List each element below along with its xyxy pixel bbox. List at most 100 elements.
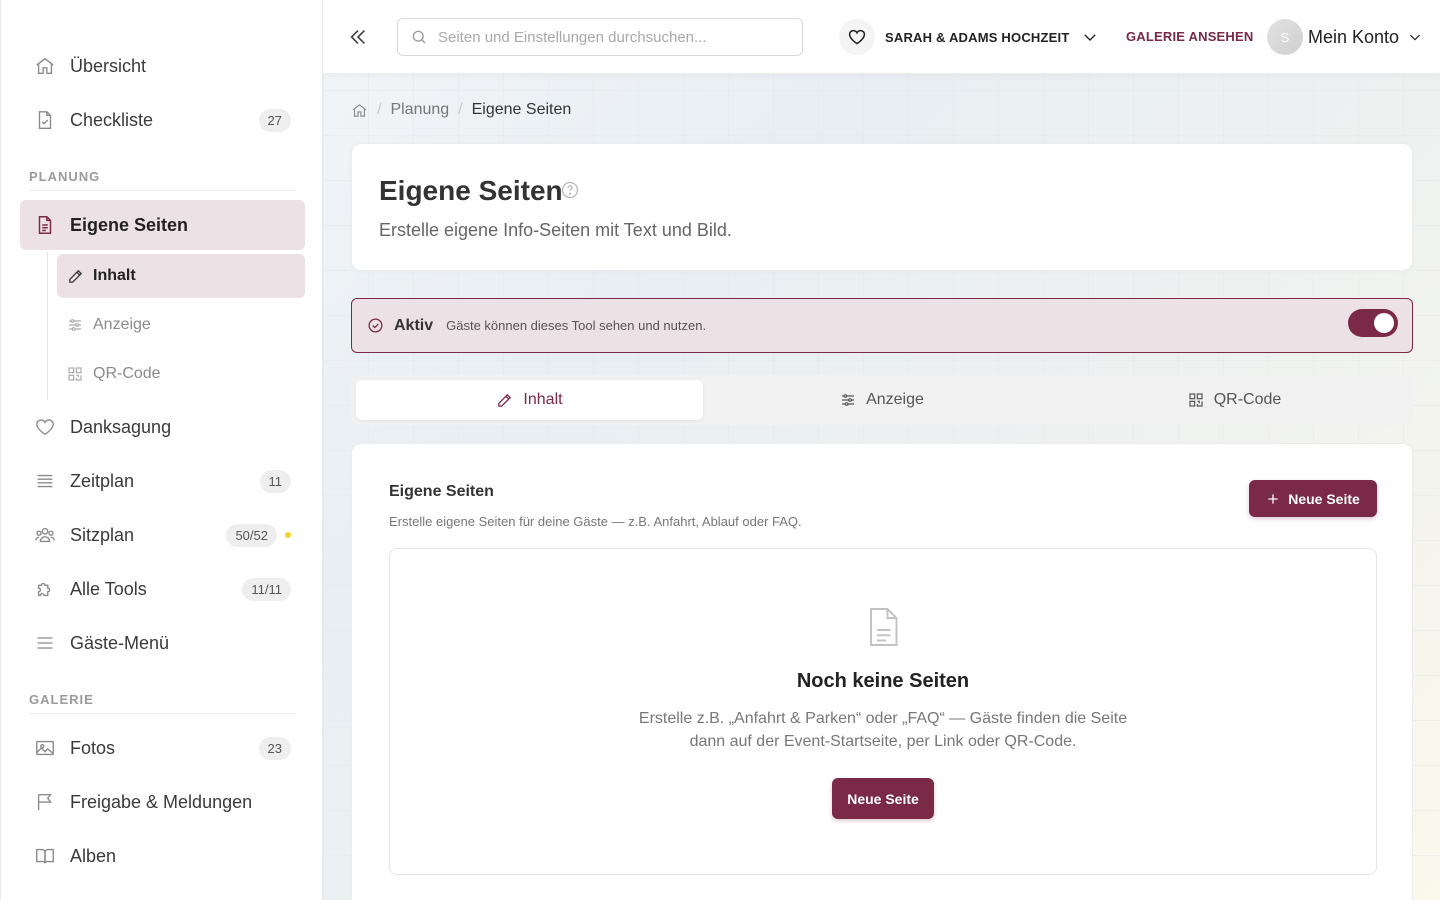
flag-icon xyxy=(20,791,70,813)
status-description: Gäste können dieses Tool sehen und nutze… xyxy=(446,318,707,333)
home-icon xyxy=(20,55,70,77)
tab-inhalt[interactable]: Inhalt xyxy=(356,380,703,420)
page-subtitle: Erstelle eigene Info-Seiten mit Text und… xyxy=(379,220,732,240)
sidebar-item-sitzplan[interactable]: Sitzplan 50/52 xyxy=(20,511,305,559)
collapse-sidebar-button[interactable] xyxy=(343,22,373,52)
sidebar-item-label: Freigabe & Meldungen xyxy=(70,791,253,812)
check-circle-icon xyxy=(367,317,384,334)
checklist-icon xyxy=(20,109,70,131)
sidebar-item-label: Alben xyxy=(70,845,117,866)
avatar: S xyxy=(1267,19,1303,55)
breadcrumb-current: Eigene Seiten xyxy=(471,101,572,118)
empty-state-title: Noch keine Seiten xyxy=(796,670,970,692)
chevron-down-icon xyxy=(1081,28,1099,46)
tab-anzeige[interactable]: Anzeige xyxy=(708,380,1056,420)
new-page-button[interactable]: Neue Seite xyxy=(1249,480,1377,517)
account-menu[interactable]: S Mein Konto xyxy=(1267,18,1423,56)
sidebar-item-fotos[interactable]: Fotos 23 xyxy=(20,724,305,772)
home-icon[interactable] xyxy=(351,102,368,119)
sidebar-item-label: Danksagung xyxy=(70,416,172,437)
sidebar-item-freigabe-meldungen[interactable]: Freigabe & Meldungen xyxy=(20,778,305,826)
sidebar-item-label: Eigene Seiten xyxy=(70,214,189,235)
users-icon xyxy=(20,524,70,546)
breadcrumb-separator: / xyxy=(377,101,382,118)
breadcrumb-separator: / xyxy=(458,101,463,118)
count-badge: 11 xyxy=(259,469,291,493)
sidebar-subitem-label: Anzeige xyxy=(93,316,151,333)
tab-qr-code[interactable]: QR-Code xyxy=(1061,380,1408,420)
divider xyxy=(29,190,297,191)
view-gallery-link[interactable]: GALERIE ANSEHEN xyxy=(1126,29,1253,44)
breadcrumb-planung[interactable]: Planung xyxy=(390,101,449,119)
empty-state-text-line: Erstelle z.B. „Anfahrt & Parken“ oder „F… xyxy=(638,710,1128,727)
topbar: SARAH & ADAMS HOCHZEIT GALERIE ANSEHEN S… xyxy=(323,0,1440,74)
new-page-empty-button[interactable]: Neue Seite xyxy=(832,778,934,819)
count-badge: 11/11 xyxy=(242,577,291,601)
account-label: Mein Konto xyxy=(1308,26,1400,47)
count-badge: 23 xyxy=(258,736,291,760)
submenu-guide-line xyxy=(47,252,48,400)
sidebar-item-danksagung[interactable]: Danksagung xyxy=(20,403,305,451)
sidebar-subitem-label: QR-Code xyxy=(93,365,161,382)
event-name: SARAH & ADAMS HOCHZEIT xyxy=(885,29,1070,45)
sidebar-item-alle-tools[interactable]: Alle Tools 11/11 xyxy=(20,565,305,613)
search-box[interactable] xyxy=(397,18,803,56)
sidebar-item-label: Fotos xyxy=(70,737,116,758)
section-subtitle: Erstelle eigene Seiten für deine Gäste —… xyxy=(389,514,802,529)
edit-icon xyxy=(496,392,513,409)
count-badge: 50/52 xyxy=(226,523,277,547)
main-content: SARAH & ADAMS HOCHZEIT GALERIE ANSEHEN S… xyxy=(323,0,1440,900)
count-badge: 27 xyxy=(258,108,291,132)
sidebar-subitem-anzeige[interactable]: Anzeige xyxy=(57,303,305,347)
tool-status-bar: Aktiv Gäste können dieses Tool sehen und… xyxy=(351,298,1413,353)
sliders-icon xyxy=(840,392,856,408)
empty-state: Noch keine Seiten Erstelle z.B. „Anfahrt… xyxy=(389,548,1377,875)
sidebar-subitem-inhalt[interactable]: Inhalt xyxy=(57,254,305,298)
sliders-icon xyxy=(57,317,93,333)
sidebar-subitem-qr-code[interactable]: QR-Code xyxy=(57,352,305,396)
button-label: Neue Seite xyxy=(1288,490,1360,507)
sidebar-item-uebersicht[interactable]: Übersicht xyxy=(20,42,305,90)
event-selector[interactable]: SARAH & ADAMS HOCHZEIT xyxy=(839,18,1099,56)
divider xyxy=(29,713,297,714)
sidebar-item-zeitplan[interactable]: Zeitplan 11 xyxy=(20,457,305,505)
tab-label: Inhalt xyxy=(523,391,563,408)
empty-state-text-line: dann auf der Event-Startseite, per Link … xyxy=(689,733,1077,750)
empty-state-text: Erstelle z.B. „Anfahrt & Parken“ oder „F… xyxy=(390,707,1376,753)
chevron-down-icon xyxy=(1407,29,1423,45)
active-toggle[interactable] xyxy=(1348,309,1398,337)
status-dot xyxy=(285,532,291,538)
search-input[interactable] xyxy=(438,28,788,46)
puzzle-icon xyxy=(20,578,70,600)
edit-icon xyxy=(57,268,93,285)
qr-code-icon xyxy=(1188,392,1204,408)
sidebar-item-label: Gäste-Menü xyxy=(70,632,170,653)
section-label-galerie: GALERIE xyxy=(29,692,94,707)
breadcrumb: / Planung / Eigene Seiten xyxy=(351,101,571,119)
section-label-planung: PLANUNG xyxy=(29,169,101,184)
page-title: Eigene Seiten xyxy=(379,175,563,206)
sidebar-item-checkliste[interactable]: Checkliste 27 xyxy=(20,96,305,144)
sidebar-item-label: Checkliste xyxy=(70,109,154,130)
page-header-card: Eigene Seiten Erstelle eigene Info-Seite… xyxy=(351,143,1413,271)
tab-label: QR-Code xyxy=(1213,391,1282,408)
sidebar-item-gaeste-menue[interactable]: Gäste-Menü xyxy=(20,619,305,667)
list-icon xyxy=(20,470,70,492)
sidebar: Übersicht Checkliste 27 PLANUNG Eigene S… xyxy=(0,0,323,900)
sidebar-item-eigene-seiten[interactable]: Eigene Seiten xyxy=(20,200,305,250)
qr-code-icon xyxy=(57,366,93,382)
status-title: Aktiv xyxy=(394,316,434,334)
double-chevron-left-icon xyxy=(347,26,369,48)
sidebar-item-label: Zeitplan xyxy=(70,470,135,491)
plus-icon xyxy=(1266,492,1280,506)
page-icon xyxy=(20,214,70,236)
heart-icon xyxy=(20,416,70,438)
sidebar-subitem-label: Inhalt xyxy=(93,267,136,284)
tab-bar: Inhalt Anzeige QR-Code xyxy=(351,375,1413,425)
heart-icon xyxy=(839,19,875,55)
image-icon xyxy=(20,737,70,759)
document-icon xyxy=(865,605,901,649)
book-icon xyxy=(20,845,70,867)
sidebar-item-alben[interactable]: Alben xyxy=(20,832,305,880)
help-icon[interactable] xyxy=(560,180,580,200)
